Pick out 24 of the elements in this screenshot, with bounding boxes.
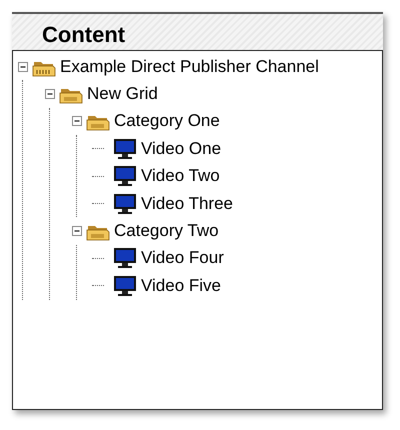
connector-line — [92, 258, 104, 259]
tree-item[interactable]: Category One — [114, 111, 220, 132]
panel-title: Content — [42, 21, 126, 49]
tree-item[interactable]: Video Five — [141, 276, 222, 296]
connector-line — [92, 285, 104, 286]
connector-line — [92, 148, 104, 150]
collapse-icon[interactable] — [44, 88, 56, 100]
tree-item[interactable]: Video One — [141, 138, 222, 159]
tree-item[interactable]: Example Direct Publisher Channel — [60, 56, 319, 77]
collapse-icon[interactable] — [17, 60, 29, 73]
monitor-icon — [113, 247, 137, 270]
monitor-icon — [113, 192, 137, 215]
tree-item[interactable]: New Grid — [87, 84, 158, 104]
monitor-icon — [113, 165, 137, 188]
tree-item[interactable]: Video Three — [141, 194, 233, 214]
tree-item[interactable]: Category Two — [114, 221, 219, 242]
monitor-icon — [113, 274, 137, 297]
collapse-icon[interactable] — [71, 115, 83, 128]
tree-item[interactable]: Video Four — [141, 248, 224, 268]
connector-line — [92, 203, 104, 204]
connector-line — [92, 176, 104, 177]
tree-item[interactable]: Video Two — [141, 166, 220, 186]
collapse-icon[interactable] — [71, 225, 83, 238]
monitor-icon — [113, 138, 137, 160]
